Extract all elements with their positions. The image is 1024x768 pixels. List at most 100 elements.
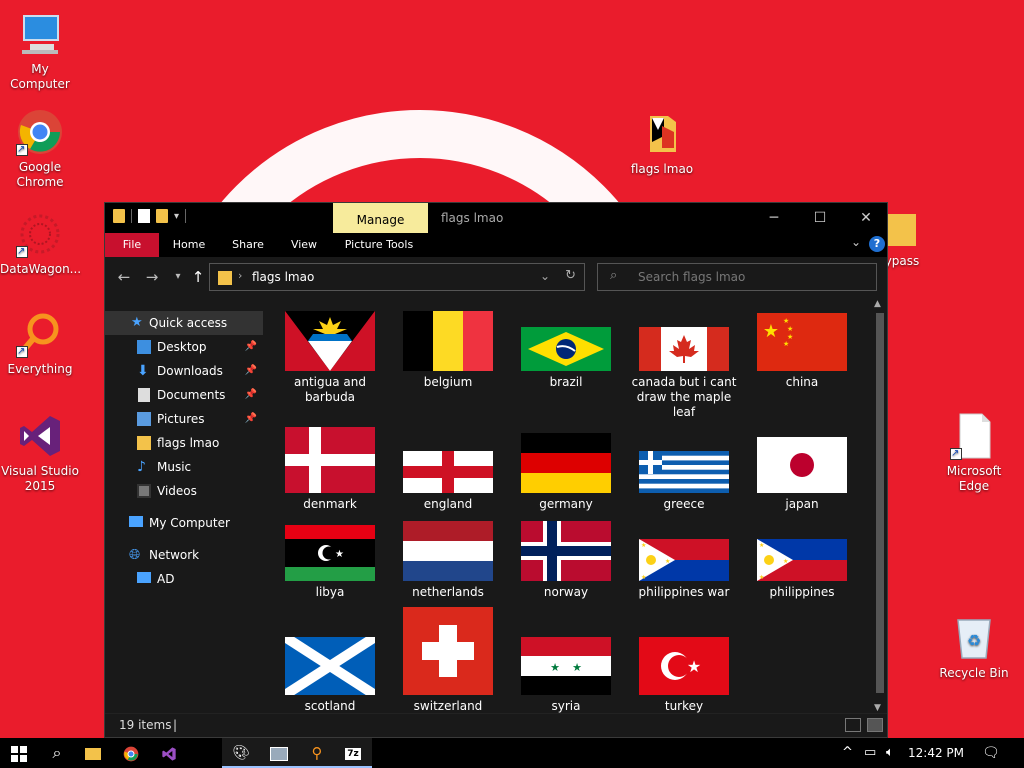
sidebar-item-my-computer[interactable]: My Computer [105,511,263,535]
file-item[interactable]: antigua and barbuda [271,311,389,405]
desktop-icon-my-computer[interactable]: My Computer [0,10,80,92]
show-hidden-icons-icon[interactable]: ^ [842,738,853,768]
file-item[interactable]: england [389,451,507,512]
scotland-flag-thumbnail [285,637,375,695]
desktop-icon-flags-lmao[interactable]: flags lmao [622,110,702,177]
file-item[interactable]: denmark [271,427,389,512]
sidebar-item-documents[interactable]: Documents 📌 [105,383,263,407]
file-item[interactable]: switzerland [389,607,507,713]
close-button[interactable]: ✕ [843,203,889,233]
tab-manage[interactable]: Manage [333,203,428,233]
desktop-icon-datawagon[interactable]: DataWagon... [0,210,81,277]
taskbar-chrome[interactable] [112,738,150,768]
taskbar-photos[interactable] [260,738,298,768]
address-bar[interactable]: › flags lmao ⌄ ↻ [209,263,585,291]
file-item[interactable]: ★ ★ ★ philippines [743,539,861,600]
sidebar-item-flags-lmao[interactable]: flags lmao [105,431,263,455]
file-item[interactable]: ★ turkey [625,637,743,713]
chrome-icon [123,746,139,761]
network-status-icon[interactable]: ▭ [864,738,876,768]
file-item[interactable]: scotland [271,637,389,713]
sidebar-item-network[interactable]: 🌐︎ Network [105,543,263,567]
scroll-up-icon[interactable]: ▲ [874,299,881,309]
desktop-icon-everything[interactable]: Everything [0,310,80,377]
maximize-button[interactable]: ☐ [797,203,843,233]
help-icon[interactable]: ? [869,236,885,252]
videos-icon [137,484,151,498]
tab-view[interactable]: View [283,233,325,257]
taskbar-visual-studio[interactable] [150,738,188,768]
sidebar-item-videos[interactable]: Videos [105,479,263,503]
pin-icon[interactable]: 📌 [245,407,257,431]
desktop-icon-recycle-bin[interactable]: ♻ Recycle Bin [934,614,1014,681]
file-name: japan [785,497,819,511]
details-view-icon[interactable] [845,718,861,732]
file-name: china [785,375,819,389]
sidebar-item-quick-access[interactable]: ★ Quick access [105,311,263,335]
back-button[interactable]: ← [113,265,135,289]
taskbar-7zip[interactable]: 7z [334,738,372,768]
file-item[interactable]: germany [507,433,625,512]
search-icon[interactable]: ⌕ [38,738,76,768]
file-item[interactable]: japan [743,437,861,512]
desktop-icon-visual-studio-2015[interactable]: Visual Studio 2015 [0,412,80,494]
sidebar-item-label: Music [157,460,192,474]
desktop-icon-label: Microsoft Edge [946,464,1002,493]
norway-flag-thumbnail [521,521,611,581]
sidebar-item-downloads[interactable]: ⬇ Downloads 📌 [105,359,263,383]
file-item[interactable]: netherlands [389,521,507,600]
sidebar-item-ad[interactable]: AD [105,567,263,591]
file-item[interactable]: brazil [507,327,625,390]
file-name: turkey [664,699,704,713]
action-center-icon[interactable]: 🗨︎ [982,738,1000,768]
ribbon-tabs: File Home Share View Picture Tools ⌄ ? [105,233,887,257]
recent-locations-button[interactable]: ▾ [167,265,189,289]
up-button[interactable]: ↑ [187,265,209,289]
vertical-scrollbar[interactable]: ▲ ▼ [873,299,887,713]
large-icons-view-icon[interactable] [867,718,883,732]
pin-icon[interactable]: 📌 [245,383,257,407]
file-item[interactable]: ★ ★ ★ ★ ★ china [743,313,861,390]
tab-share[interactable]: Share [225,233,271,257]
taskbar-paint[interactable]: 🎨︎ [222,738,260,768]
quick-access-toolbar: ▾ [113,209,187,223]
start-button[interactable] [0,738,38,768]
volume-icon[interactable]: 🔈︎ [886,738,894,768]
chevron-down-icon[interactable]: ⌄ [540,269,550,283]
sidebar-item-music[interactable]: ♪ Music [105,455,263,479]
tab-file[interactable]: File [105,233,159,257]
sidebar-item-pictures[interactable]: Pictures 📌 [105,407,263,431]
file-item[interactable]: belgium [389,311,507,390]
file-item[interactable]: ★ libya [271,525,389,600]
refresh-icon[interactable]: ↻ [565,268,576,283]
svg-text:★: ★ [763,321,779,342]
desktop-icon-microsoft-edge[interactable]: Microsoft Edge [934,412,1014,494]
tab-home[interactable]: Home [167,233,211,257]
file-item[interactable]: greece [625,451,743,512]
taskbar-everything[interactable]: ⚲ [298,738,336,768]
title-bar[interactable]: ▾ Manage flags lmao ─ ☐ ✕ [105,203,887,233]
customize-toolbar-icon[interactable]: ▾ [174,211,179,222]
expand-ribbon-icon[interactable]: ⌄ [851,235,861,249]
new-folder-icon[interactable] [156,209,168,223]
file-item[interactable]: ★ ★ ★ philippines war [625,539,743,600]
forward-button[interactable]: → [141,265,163,289]
properties-icon[interactable] [138,209,150,223]
tab-picture-tools[interactable]: Picture Tools [341,233,417,257]
scroll-down-icon[interactable]: ▼ [874,703,881,713]
sidebar-item-label: Quick access [149,316,228,330]
pin-icon[interactable]: 📌 [245,335,257,359]
file-item[interactable]: norway [507,521,625,600]
scrollbar-thumb[interactable] [876,313,884,693]
clock[interactable]: 12:42 PM [908,738,964,768]
search-input[interactable]: ⌕ Search flags lmao [597,263,877,291]
taskbar-file-explorer[interactable] [74,738,112,768]
minimize-button[interactable]: ─ [751,203,797,233]
file-item[interactable]: canada but i cant draw the maple leaf [625,327,743,420]
desktop-icon-google-chrome[interactable]: Google Chrome [0,108,80,190]
file-item[interactable]: ★ ★ syria [507,637,625,713]
sidebar-item-desktop[interactable]: Desktop 📌 [105,335,263,359]
svg-text:★: ★ [641,542,646,549]
pin-icon[interactable]: 📌 [245,359,257,383]
breadcrumb[interactable]: flags lmao [252,270,314,284]
